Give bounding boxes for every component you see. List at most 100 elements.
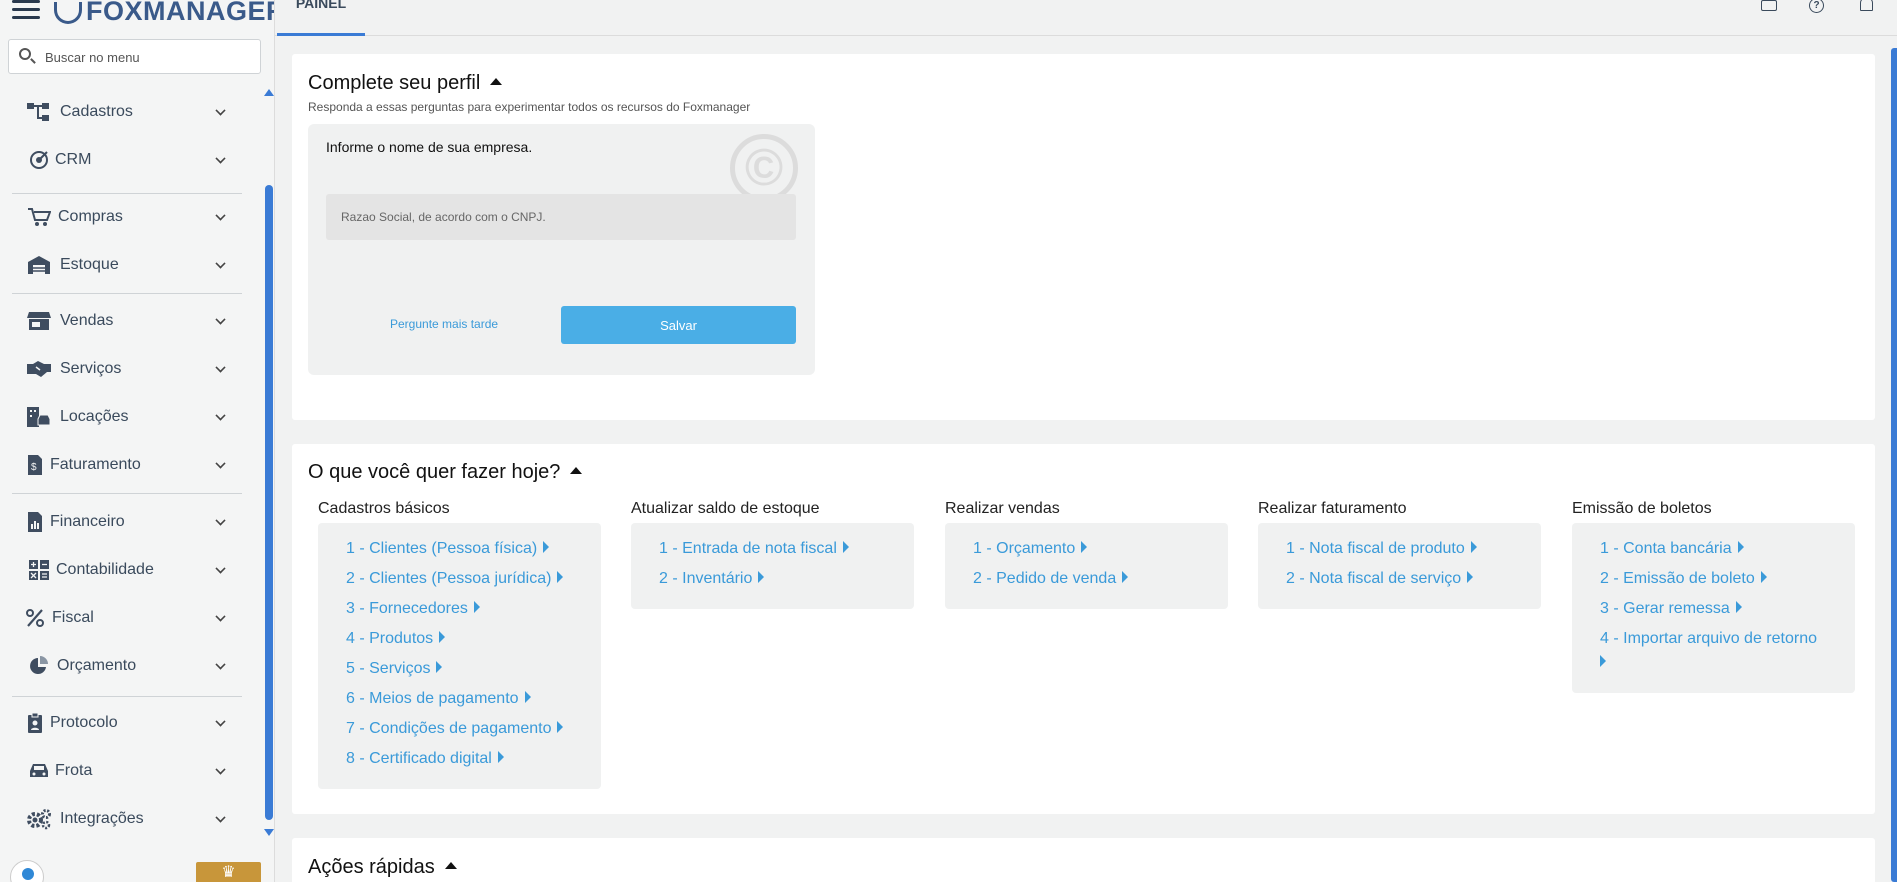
link-text: 4 - Importar arquivo de retorno <box>1600 630 1817 647</box>
sidebar-item-label: Protocolo <box>50 714 118 731</box>
bell-icon[interactable] <box>1857 0 1875 11</box>
link-condicoes-pagamento[interactable]: 7 - Condições de pagamento <box>346 720 564 738</box>
sidebar-item-contabilidade[interactable]: Contabilidade <box>0 550 250 590</box>
link-gerar-remessa[interactable]: 3 - Gerar remessa <box>1600 600 1742 618</box>
crown-icon[interactable]: ♛ <box>196 862 261 882</box>
hamburger-menu-icon[interactable] <box>12 0 40 22</box>
scroll-up-arrow-icon[interactable] <box>264 89 274 96</box>
ask-later-link[interactable]: Pergunte mais tarde <box>390 317 498 331</box>
calculator-icon <box>26 559 52 581</box>
sidebar-item-cadastros[interactable]: Cadastros <box>0 92 250 132</box>
mail-icon[interactable] <box>1761 0 1777 11</box>
link-clientes-pf[interactable]: 1 - Clientes (Pessoa física) <box>346 540 550 558</box>
collapse-caret-icon[interactable] <box>570 467 583 475</box>
link-importar-retorno-caret[interactable] <box>1600 654 1606 672</box>
caret-right-icon <box>842 540 849 553</box>
profile-panel-title[interactable]: Complete seu perfil <box>308 72 503 95</box>
foxmanager-logo[interactable]: FOXMANAGER <box>54 0 274 27</box>
quick-actions-panel: Ações rápidas <box>292 838 1875 882</box>
column-box-cadastros: 1 - Clientes (Pessoa física) 2 - Cliente… <box>318 523 601 789</box>
link-meios-pagamento[interactable]: 6 - Meios de pagamento <box>346 690 531 708</box>
warehouse-icon <box>26 254 52 276</box>
link-text: 1 - Conta bancária <box>1600 540 1732 557</box>
sidebar-item-servicos[interactable]: Serviços <box>0 349 250 389</box>
link-text: 2 - Pedido de venda <box>973 570 1117 587</box>
caret-right-icon <box>439 630 446 643</box>
cart-icon <box>26 206 52 228</box>
chevron-down-icon <box>215 314 226 325</box>
menu-search <box>8 39 261 74</box>
scroll-down-arrow-icon[interactable] <box>264 829 274 836</box>
chevron-down-icon <box>215 659 226 670</box>
car-icon <box>26 760 52 782</box>
link-pedido-venda[interactable]: 2 - Pedido de venda <box>973 570 1129 588</box>
menu-search-input[interactable] <box>45 46 250 68</box>
gears-icon <box>26 808 52 830</box>
sidebar-item-estoque[interactable]: Estoque <box>0 245 250 285</box>
sidebar-item-integracoes[interactable]: Integrações <box>0 799 250 839</box>
today-panel-title[interactable]: O que você quer fazer hoje? <box>308 461 583 484</box>
link-conta-bancaria[interactable]: 1 - Conta bancária <box>1600 540 1744 558</box>
link-produtos[interactable]: 4 - Produtos <box>346 630 446 648</box>
sidebar-item-fiscal[interactable]: Fiscal <box>0 598 250 638</box>
invoice-icon: $ <box>22 454 48 476</box>
chevron-down-icon <box>215 458 226 469</box>
link-text: 7 - Condições de pagamento <box>346 720 552 737</box>
sidebar-item-label: Orçamento <box>57 657 137 674</box>
sidebar-scrollbar[interactable] <box>265 185 273 820</box>
save-button[interactable]: Salvar <box>561 306 796 344</box>
page-scrollbar[interactable] <box>1891 48 1897 882</box>
sidebar-item-locacoes[interactable]: Locações <box>0 397 250 437</box>
sidebar-item-faturamento[interactable]: $ Faturamento <box>0 445 250 485</box>
avatar[interactable] <box>10 860 44 882</box>
column-title: Realizar faturamento <box>1258 500 1407 517</box>
link-inventario[interactable]: 2 - Inventário <box>659 570 765 588</box>
profile-card: Informe o nome de sua empresa. © Pergunt… <box>308 124 815 375</box>
column-title: Emissão de boletos <box>1572 500 1712 517</box>
link-emissao-boleto[interactable]: 2 - Emissão de boleto <box>1600 570 1767 588</box>
chevron-down-icon <box>215 210 226 221</box>
company-name-input[interactable] <box>326 194 796 240</box>
link-text: 1 - Clientes (Pessoa física) <box>346 540 538 557</box>
sidebar-item-orcamento[interactable]: Orçamento <box>0 646 250 686</box>
link-nota-fiscal-produto[interactable]: 1 - Nota fiscal de produto <box>1286 540 1477 558</box>
caret-right-icon <box>557 570 564 583</box>
sidebar-item-label: Contabilidade <box>56 561 154 578</box>
link-orcamento[interactable]: 1 - Orçamento <box>973 540 1088 558</box>
svg-text:$: $ <box>31 462 37 473</box>
sidebar-item-protocolo[interactable]: Protocolo <box>0 703 250 743</box>
sidebar-item-crm[interactable]: CRM <box>0 140 250 180</box>
sidebar-item-label: Compras <box>58 208 123 225</box>
quick-actions-title[interactable]: Ações rápidas <box>308 856 457 879</box>
caret-right-icon <box>758 570 765 583</box>
chevron-down-icon <box>215 258 226 269</box>
sidebar-item-frota[interactable]: Frota <box>0 751 250 791</box>
link-importar-retorno[interactable]: 4 - Importar arquivo de retorno <box>1600 630 1817 648</box>
sidebar-item-label: Faturamento <box>50 456 141 473</box>
sidebar-item-label: Financeiro <box>50 513 125 530</box>
link-nota-fiscal-servico[interactable]: 2 - Nota fiscal de serviço <box>1286 570 1474 588</box>
link-entrada-nota-fiscal[interactable]: 1 - Entrada de nota fiscal <box>659 540 849 558</box>
menu-divider <box>12 293 242 294</box>
sidebar-item-financeiro[interactable]: Financeiro <box>0 502 250 542</box>
collapse-caret-icon[interactable] <box>444 862 457 870</box>
link-fornecedores[interactable]: 3 - Fornecedores <box>346 600 480 618</box>
link-text: 1 - Orçamento <box>973 540 1076 557</box>
profile-title-text: Complete seu perfil <box>308 72 481 94</box>
link-text: 2 - Clientes (Pessoa jurídica) <box>346 570 552 587</box>
tab-painel[interactable]: PAINEL <box>277 0 365 36</box>
link-certificado-digital[interactable]: 8 - Certificado digital <box>346 750 504 768</box>
help-icon[interactable]: ? <box>1809 0 1824 13</box>
link-clientes-pj[interactable]: 2 - Clientes (Pessoa jurídica) <box>346 570 564 588</box>
column-title: Realizar vendas <box>945 500 1060 517</box>
sidebar-item-compras[interactable]: Compras <box>0 197 250 237</box>
chevron-down-icon <box>215 563 226 574</box>
link-servicos[interactable]: 5 - Serviços <box>346 660 443 678</box>
link-text: 1 - Nota fiscal de produto <box>1286 540 1465 557</box>
chevron-down-icon <box>215 515 226 526</box>
chevron-down-icon <box>215 764 226 775</box>
sidebar-item-vendas[interactable]: Vendas <box>0 301 250 341</box>
column-title: Atualizar saldo de estoque <box>631 500 820 517</box>
column-box-estoque: 1 - Entrada de nota fiscal 2 - Inventári… <box>631 523 914 609</box>
collapse-caret-icon[interactable] <box>490 78 503 86</box>
